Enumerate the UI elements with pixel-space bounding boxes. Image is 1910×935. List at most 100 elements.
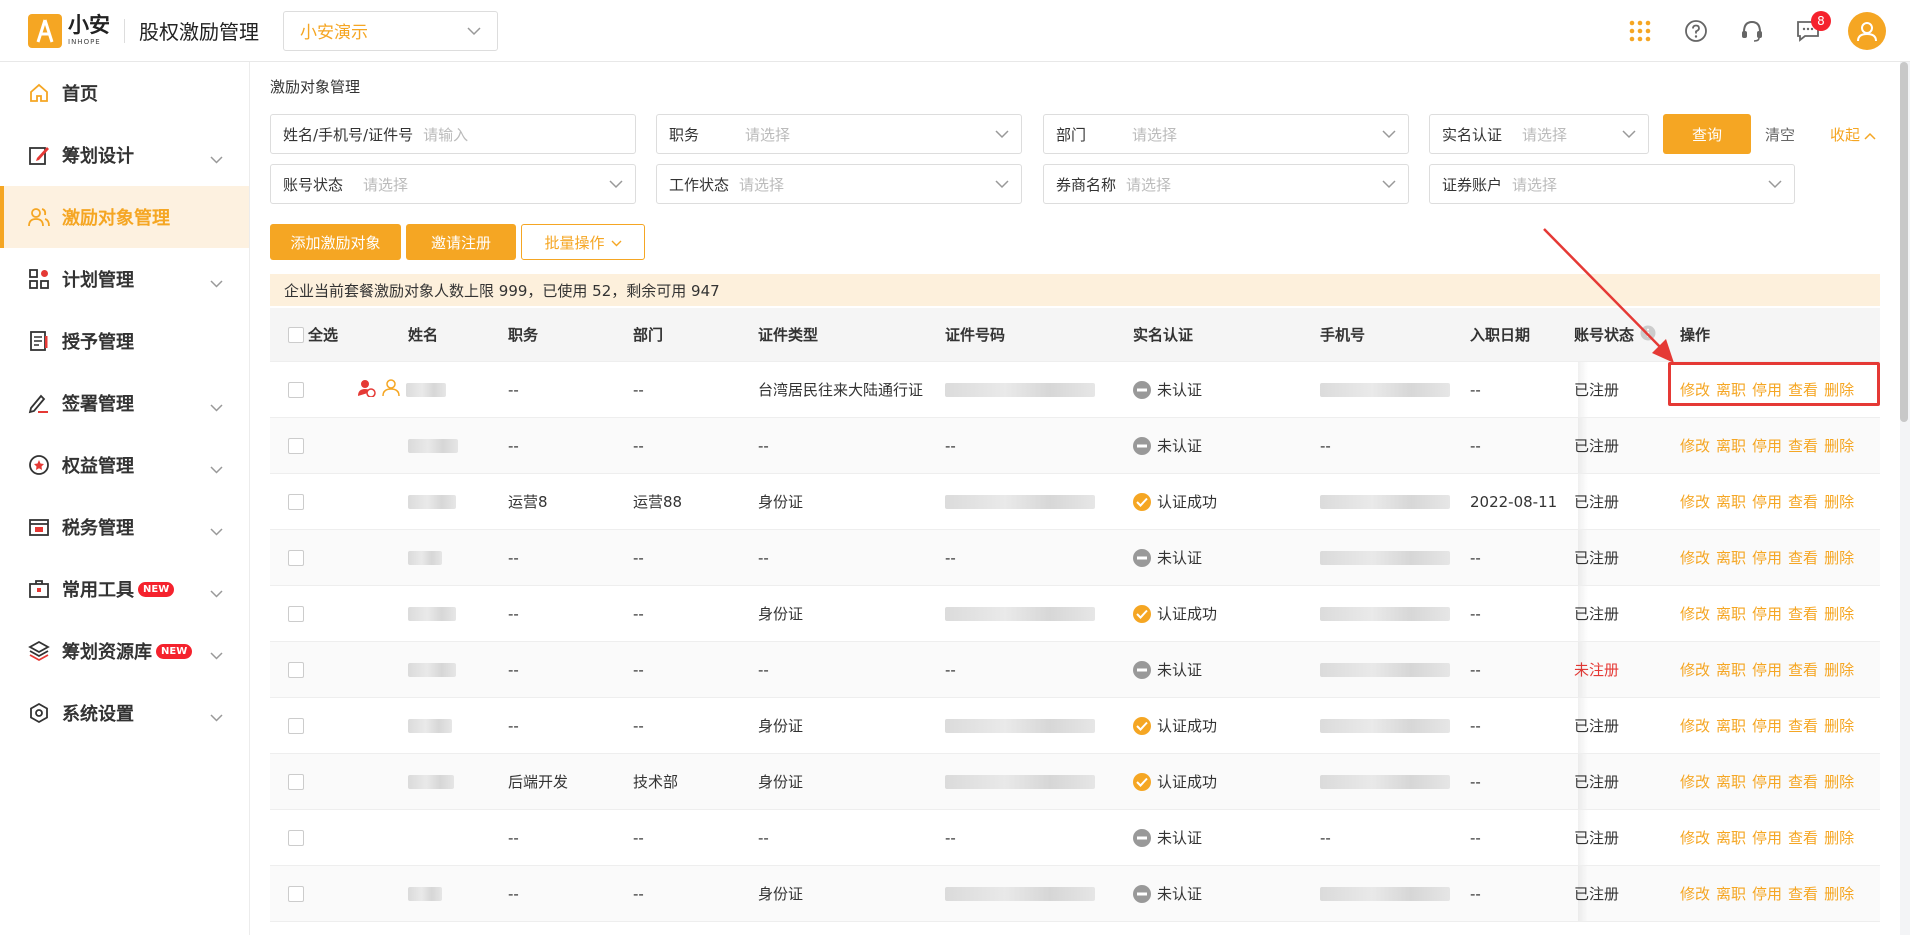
sidebar-item-3[interactable]: 计划管理 [0, 248, 249, 310]
leave-link[interactable]: 离职 [1716, 603, 1746, 624]
collapse-button[interactable]: 收起 [1830, 124, 1876, 145]
edit-link[interactable]: 修改 [1680, 883, 1710, 904]
add-participant-button[interactable]: 添加激励对象 [270, 224, 401, 260]
delete-link[interactable]: 删除 [1824, 435, 1854, 456]
delete-link[interactable]: 删除 [1824, 883, 1854, 904]
delete-link[interactable]: 删除 [1824, 603, 1854, 624]
row-checkbox[interactable] [288, 885, 304, 902]
leave-link[interactable]: 离职 [1716, 659, 1746, 680]
delete-link[interactable]: 删除 [1824, 491, 1854, 512]
view-link[interactable]: 查看 [1788, 715, 1818, 736]
disable-link[interactable]: 停用 [1752, 771, 1782, 792]
batch-operation-button[interactable]: 批量操作 [521, 224, 645, 260]
disable-link[interactable]: 停用 [1752, 827, 1782, 848]
delete-link[interactable]: 删除 [1824, 771, 1854, 792]
delete-link[interactable]: 删除 [1824, 827, 1854, 848]
delete-link[interactable]: 删除 [1824, 659, 1854, 680]
edit-link[interactable]: 修改 [1680, 603, 1710, 624]
row-checkbox-cell[interactable] [288, 866, 304, 921]
leave-link[interactable]: 离职 [1716, 491, 1746, 512]
apps-grid-icon[interactable] [1612, 0, 1668, 62]
row-checkbox[interactable] [288, 381, 304, 398]
view-link[interactable]: 查看 [1788, 547, 1818, 568]
delete-link[interactable]: 删除 [1824, 715, 1854, 736]
table-row[interactable]: -- -- 身份证 认证成功 -- 已注册 修改 离职 停用 查看 删除 [270, 698, 1880, 754]
edit-link[interactable]: 修改 [1680, 715, 1710, 736]
view-link[interactable]: 查看 [1788, 883, 1818, 904]
help-icon[interactable] [1668, 0, 1724, 62]
edit-link[interactable]: 修改 [1680, 547, 1710, 568]
leave-link[interactable]: 离职 [1716, 715, 1746, 736]
select-all-checkbox[interactable] [288, 326, 304, 343]
row-checkbox-cell[interactable] [288, 810, 304, 865]
row-checkbox[interactable] [288, 493, 304, 510]
view-link[interactable]: 查看 [1788, 491, 1818, 512]
account-status-select[interactable]: 账号状态 请选择 [270, 164, 636, 204]
sidebar-item-9[interactable]: 筹划资源库 NEW [0, 620, 249, 682]
row-checkbox[interactable] [288, 437, 304, 454]
sidebar-item-5[interactable]: 签署管理 [0, 372, 249, 434]
broker-select[interactable]: 券商名称 请选择 [1043, 164, 1409, 204]
query-button[interactable]: 查询 [1663, 114, 1751, 154]
leave-link[interactable]: 离职 [1716, 547, 1746, 568]
disable-link[interactable]: 停用 [1752, 883, 1782, 904]
securities-account-select[interactable]: 证券账户 请选择 [1429, 164, 1795, 204]
table-row[interactable]: -- -- 身份证 未认证 -- 已注册 修改 离职 停用 查看 删除 [270, 866, 1880, 922]
row-checkbox[interactable] [288, 661, 304, 678]
row-checkbox-cell[interactable] [288, 754, 304, 809]
position-select[interactable]: 职务 请选择 [656, 114, 1022, 154]
sidebar-item-4[interactable]: 授予管理 [0, 310, 249, 372]
disable-link[interactable]: 停用 [1752, 491, 1782, 512]
row-checkbox[interactable] [288, 773, 304, 790]
edit-link[interactable]: 修改 [1680, 435, 1710, 456]
customer-service-icon[interactable] [1724, 0, 1780, 62]
select-all[interactable]: 全选 [288, 308, 338, 361]
table-row[interactable]: -- -- -- -- 未认证 -- -- 已注册 修改 离职 停用 查看 删除 [270, 418, 1880, 474]
table-row[interactable]: -- -- 台湾居民往来大陆通行证 未认证 -- 已注册 修改 离职 停用 查看 删除 [270, 362, 1880, 418]
table-row[interactable]: -- -- -- -- 未认证 -- -- 已注册 修改 离职 停用 查看 删除 [270, 810, 1880, 866]
logo[interactable]: 小安 INHOPE [28, 13, 110, 48]
clear-button[interactable]: 清空 [1765, 124, 1795, 145]
row-checkbox-cell[interactable] [288, 530, 304, 585]
edit-link[interactable]: 修改 [1680, 659, 1710, 680]
disable-link[interactable]: 停用 [1752, 603, 1782, 624]
row-checkbox-cell[interactable] [288, 586, 304, 641]
leave-link[interactable]: 离职 [1716, 883, 1746, 904]
edit-link[interactable]: 修改 [1680, 827, 1710, 848]
avatar[interactable] [1848, 12, 1886, 50]
table-row[interactable]: 后端开发 技术部 身份证 认证成功 -- 已注册 修改 离职 停用 查看 删除 [270, 754, 1880, 810]
company-select[interactable]: 小安演示 [283, 10, 498, 51]
view-link[interactable]: 查看 [1788, 659, 1818, 680]
row-checkbox-cell[interactable] [288, 642, 304, 697]
view-link[interactable]: 查看 [1788, 827, 1818, 848]
name-search-input[interactable]: 姓名/手机号/证件号 请输入 [270, 114, 636, 154]
page-scrollbar[interactable] [1900, 62, 1908, 422]
sidebar-item-7[interactable]: 税务管理 [0, 496, 249, 558]
table-row[interactable]: -- -- -- -- 未认证 -- 未注册 修改 离职 停用 查看 删除 [270, 642, 1880, 698]
table-row[interactable]: -- -- 身份证 认证成功 -- 已注册 修改 离职 停用 查看 删除 [270, 586, 1880, 642]
department-select[interactable]: 部门 请选择 [1043, 114, 1409, 154]
table-row[interactable]: 运营8 运营88 身份证 认证成功 2022-08-11 已注册 修改 离职 停用 查看 删除 [270, 474, 1880, 530]
invite-register-button[interactable]: 邀请注册 [406, 224, 516, 260]
row-checkbox-cell[interactable] [288, 418, 304, 473]
row-checkbox[interactable] [288, 605, 304, 622]
leave-link[interactable]: 离职 [1716, 435, 1746, 456]
leave-link[interactable]: 离职 [1716, 827, 1746, 848]
edit-link[interactable]: 修改 [1680, 771, 1710, 792]
row-checkbox[interactable] [288, 549, 304, 566]
view-link[interactable]: 查看 [1788, 771, 1818, 792]
row-checkbox[interactable] [288, 717, 304, 734]
row-checkbox[interactable] [288, 829, 304, 846]
sidebar-item-0[interactable]: 首页 [0, 62, 249, 124]
disable-link[interactable]: 停用 [1752, 715, 1782, 736]
edit-link[interactable]: 修改 [1680, 491, 1710, 512]
view-link[interactable]: 查看 [1788, 603, 1818, 624]
delete-link[interactable]: 删除 [1824, 547, 1854, 568]
table-row[interactable]: -- -- -- -- 未认证 -- 已注册 修改 离职 停用 查看 删除 [270, 530, 1880, 586]
sidebar-item-1[interactable]: 筹划设计 [0, 124, 249, 186]
leave-link[interactable]: 离职 [1716, 771, 1746, 792]
view-link[interactable]: 查看 [1788, 435, 1818, 456]
realname-select[interactable]: 实名认证 请选择 [1429, 114, 1649, 154]
sidebar-item-10[interactable]: 系统设置 [0, 682, 249, 744]
work-status-select[interactable]: 工作状态 请选择 [656, 164, 1022, 204]
